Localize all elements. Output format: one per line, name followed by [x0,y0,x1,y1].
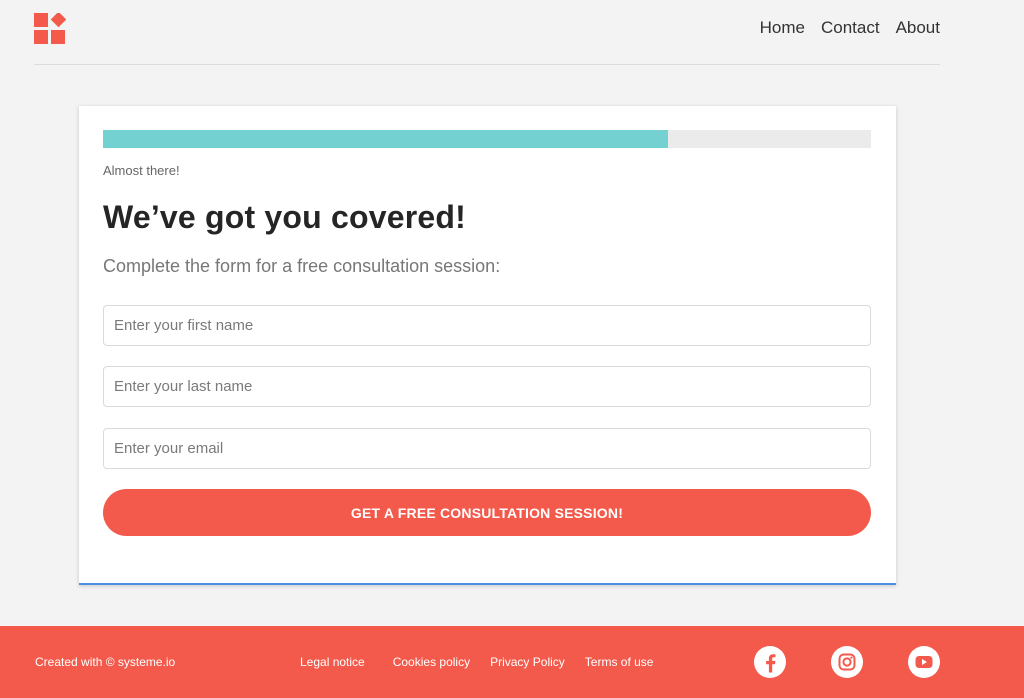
youtube-icon[interactable] [907,645,941,679]
instagram-icon[interactable] [830,645,864,679]
facebook-icon[interactable] [753,645,787,679]
footer-legal-notice-link[interactable]: Legal notice [300,655,365,669]
main-nav: Home Contact About [760,18,940,38]
nav-contact-link[interactable]: Contact [821,18,880,38]
first-name-input[interactable] [103,305,871,346]
brand-shapes-icon[interactable] [34,13,66,45]
site-footer: Created with © systeme.io Legal notice C… [0,626,1024,698]
site-header: Home Contact About [34,0,940,65]
progress-label: Almost there! [103,163,180,178]
page-subtitle: Complete the form for a free consultatio… [103,256,501,276]
page-title: We’ve got you covered! [103,199,467,235]
footer-links: Legal notice Cookies policy Privacy Poli… [300,655,653,669]
footer-terms-of-use-link[interactable]: Terms of use [585,655,654,669]
nav-about-link[interactable]: About [896,18,940,38]
submit-consultation-button[interactable]: GET A FREE CONSULTATION SESSION! [103,489,871,536]
nav-home-link[interactable]: Home [760,18,805,38]
last-name-input[interactable] [103,366,871,407]
email-input[interactable] [103,428,871,469]
consultation-form-card: Almost there! We’ve got you covered! Com… [79,106,896,585]
progress-bar-fill [103,130,669,148]
footer-cookies-policy-link[interactable]: Cookies policy [393,655,470,669]
footer-credit: Created with © systeme.io [35,655,176,669]
footer-privacy-policy-link[interactable]: Privacy Policy [490,655,565,669]
progress-bar [103,130,871,148]
